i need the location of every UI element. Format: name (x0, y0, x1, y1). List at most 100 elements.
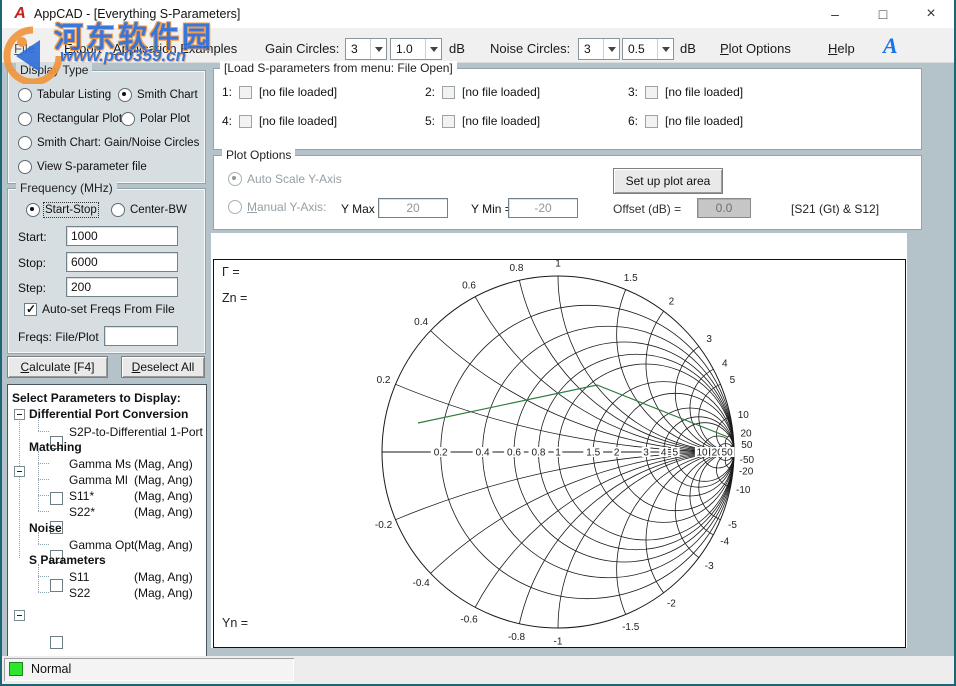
menu-file[interactable]: File (14, 41, 35, 56)
stop-label: Stop: (18, 256, 46, 270)
collapse-icon[interactable] (14, 409, 25, 420)
radio-start-stop[interactable]: Start-Stop (26, 203, 97, 217)
chevron-down-icon[interactable] (370, 39, 386, 59)
y-min-input[interactable]: -20 (508, 198, 578, 218)
radio-tabular-listing[interactable]: Tabular Listing (18, 88, 111, 102)
param-suffix: (Mag, Ang) (134, 473, 193, 487)
step-input[interactable]: 200 (66, 277, 178, 297)
gain-circles-count-select[interactable]: 3 (345, 38, 387, 60)
smith-chart: 0.2-0.20.20.4-0.40.40.6-0.60.60.8-0.80.8… (211, 233, 907, 648)
checkbox-icon[interactable] (645, 115, 658, 128)
setup-plot-area-button[interactable]: Set up plot area (613, 168, 723, 194)
load-sparams-group: [Load S-parameters from menu: File Open]… (213, 68, 922, 150)
radio-polar-plot[interactable]: Polar Plot (121, 112, 190, 126)
slot-index: 2: (425, 85, 435, 99)
radio-manual-y-axis[interactable]: Manual Y-Axis: (228, 200, 326, 214)
deselect-all-button[interactable]: Deselect All (121, 356, 205, 378)
tree-group-differential[interactable]: Differential Port Conversion (29, 407, 188, 421)
y-min-label: Y Min = (471, 202, 512, 216)
slot-status: [no file loaded] (665, 85, 743, 99)
file-slot-3[interactable]: 3: [no file loaded] (628, 85, 743, 99)
svg-text:5: 5 (730, 375, 736, 386)
param-label: Gamma Ms (69, 457, 131, 471)
slot-index: 1: (222, 85, 232, 99)
calculate-button[interactable]: Calculate [F4] (7, 356, 108, 378)
radio-view-sparameter-file[interactable]: View S-parameter file (18, 160, 147, 174)
param-suffix: (Mag, Ang) (134, 489, 193, 503)
file-slot-5[interactable]: 5: [no file loaded] (425, 114, 540, 128)
minimize-button[interactable]: – (812, 0, 858, 28)
radio-auto-scale[interactable]: Auto Scale Y-Axis (228, 172, 342, 186)
checkbox-icon[interactable] (442, 86, 455, 99)
svg-text:10: 10 (738, 410, 750, 421)
svg-text:-1.5: -1.5 (622, 622, 640, 633)
brand-a-icon: A (883, 33, 898, 59)
radio-smith-chart[interactable]: Smith Chart (118, 88, 198, 102)
radio-rectangular-plot[interactable]: Rectangular Plot (18, 112, 122, 126)
svg-text:1.5: 1.5 (624, 273, 638, 284)
gain-circles-step-select[interactable]: 1.0 (390, 38, 442, 60)
tree-line (38, 418, 39, 431)
freqs-file-input[interactable] (104, 326, 178, 346)
radio-label: Smith Chart: Gain/Noise Circles (37, 137, 199, 149)
parameters-title: Select Parameters to Display: (12, 391, 181, 405)
radio-label: Start-Stop (45, 204, 97, 216)
tree-line (38, 495, 49, 496)
file-slot-4[interactable]: 4: [no file loaded] (222, 114, 337, 128)
tree-line (38, 564, 39, 592)
checkbox-icon[interactable] (442, 115, 455, 128)
param-label: S11* (69, 489, 94, 503)
menu-application-examples[interactable]: Application Examples (113, 41, 237, 56)
chevron-down-icon[interactable] (425, 39, 441, 59)
radio-label: Smith Chart (137, 89, 198, 101)
frequency-title: Frequency (MHz) (16, 181, 117, 195)
svg-text:50: 50 (741, 440, 753, 451)
file-slot-6[interactable]: 6: [no file loaded] (628, 114, 743, 128)
tree-group-noise[interactable]: Noise (29, 521, 62, 535)
radio-center-bw[interactable]: Center-BW (111, 203, 187, 217)
slot-index: 5: (425, 114, 435, 128)
param-checkbox-gamma-opt[interactable] (50, 636, 63, 649)
collapse-icon[interactable] (14, 610, 25, 621)
svg-text:-50: -50 (740, 455, 755, 466)
radio-icon (111, 203, 125, 217)
slot-index: 4: (222, 114, 232, 128)
file-slot-2[interactable]: 2: [no file loaded] (425, 85, 540, 99)
chevron-down-icon[interactable] (603, 39, 619, 59)
close-button[interactable]: × (908, 0, 954, 28)
noise-circles-unit: dB (680, 41, 696, 56)
checkbox-label: Auto-set Freqs From File (42, 302, 175, 316)
noise-circles-step-select[interactable]: 0.5 (622, 38, 674, 60)
app-window: A AppCAD - [Everything S-Parameters] – □… (0, 0, 956, 686)
autoset-freqs-checkbox[interactable]: Auto-set Freqs From File (24, 302, 175, 316)
stop-input[interactable]: 6000 (66, 252, 178, 272)
menu-plot-options[interactable]: Plot Options (720, 41, 791, 56)
checkbox-icon[interactable] (239, 86, 252, 99)
chevron-down-icon[interactable] (657, 39, 673, 59)
display-type-title: Display Type (16, 63, 92, 77)
menu-help[interactable]: Help (828, 41, 855, 56)
tree-group-matching[interactable]: Matching (29, 440, 82, 454)
tree-line (38, 576, 49, 577)
y-max-input[interactable]: 20 (378, 198, 448, 218)
noise-circles-count-select[interactable]: 3 (578, 38, 620, 60)
checkbox-icon[interactable] (645, 86, 658, 99)
slot-status: [no file loaded] (462, 85, 540, 99)
maximize-button[interactable]: □ (860, 0, 906, 28)
status-panel: Normal (4, 658, 294, 681)
tree-line (38, 431, 49, 432)
file-slot-1[interactable]: 1: [no file loaded] (222, 85, 337, 99)
param-suffix: (Mag, Ang) (134, 457, 193, 471)
param-checkbox-gamma-ms[interactable] (50, 492, 63, 505)
checkbox-icon[interactable] (239, 115, 252, 128)
tree-line (38, 532, 39, 544)
radio-smith-gain-noise[interactable]: Smith Chart: Gain/Noise Circles (18, 136, 199, 150)
svg-text:3: 3 (643, 448, 649, 459)
start-input[interactable]: 1000 (66, 226, 178, 246)
svg-text:0.2: 0.2 (434, 448, 448, 459)
collapse-icon[interactable] (14, 466, 25, 477)
tree-group-s-parameters[interactable]: S Parameters (29, 553, 106, 567)
menu-export[interactable]: Export (64, 41, 102, 56)
param-checkbox-s22-conj[interactable] (50, 579, 63, 592)
svg-text:-0.4: -0.4 (413, 578, 431, 589)
